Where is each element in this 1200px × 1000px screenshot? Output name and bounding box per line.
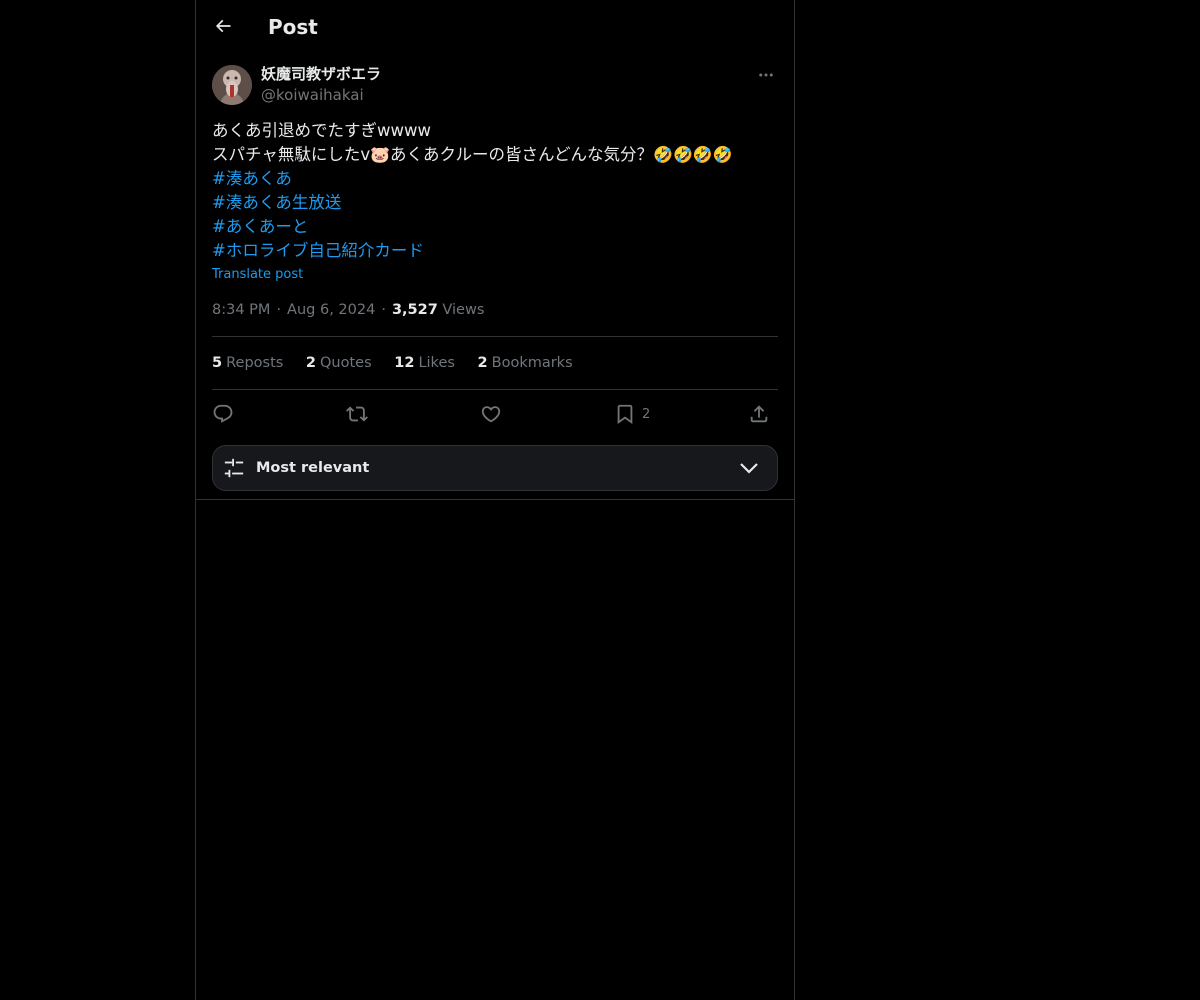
sort-label: Most relevant [256,460,370,476]
avatar-image [212,65,252,105]
section-divider [196,499,794,500]
reply-icon [213,404,233,423]
translate-post-link[interactable]: Translate post [212,265,303,285]
tweet-line-2: スパチャ無駄にしたv🐷あくあクルーの皆さんどんな気分？🤣🤣🤣🤣 [212,143,778,167]
hashtag-link[interactable]: #ホロライブ自己紹介カード [212,239,778,263]
views-count: 3,527 [391,302,438,318]
tweet-line-2-end: あくあクルーの皆さんどんな気分？ [390,145,654,164]
share-button[interactable] [748,398,770,430]
display-name[interactable]: 妖魔司教ザボエラ [261,64,381,84]
share-icon [750,405,768,423]
header: Post [196,0,794,53]
repost-icon [346,406,368,422]
quotes-label: Quotes [320,355,372,371]
divider [212,389,778,390]
user-handle[interactable]: @koiwaihakai [261,85,364,105]
like-button[interactable] [480,398,502,430]
reposts-count: 5 [212,355,223,371]
pig-emoji: 🐷 [370,145,391,164]
arrow-left-icon [215,19,231,33]
bookmark-button[interactable]: 2 [614,398,650,430]
heart-icon [481,406,501,423]
post-time[interactable]: 8:34 PM [212,302,270,318]
bookmarks-count: 2 [477,355,488,371]
engagement-stats: 5 Reposts 2 Quotes 12 Likes 2 Bookmarks [212,353,591,373]
quotes-count: 2 [305,355,317,371]
meta-separator: · [276,302,282,318]
chevron-down-icon [740,463,758,474]
meta-separator: · [381,302,386,318]
avatar[interactable] [212,65,252,105]
likes-label: Likes [418,355,455,371]
bookmark-icon [617,404,633,425]
reposts-stat[interactable]: 5 Reposts [212,353,283,373]
quotes-stat[interactable]: 2 Quotes [306,353,372,373]
page-title: Post [268,15,318,39]
bookmarks-label: Bookmarks [491,355,573,371]
likes-stat[interactable]: 12 Likes [394,353,455,373]
hashtag-link[interactable]: #湊あくあ生放送 [212,191,778,215]
repost-button[interactable] [346,398,368,430]
reposts-label: Reposts [226,355,284,371]
hashtag-link[interactable]: #湊あくあ [212,167,778,191]
more-horizontal-icon [759,73,773,77]
post-meta: 8:34 PM · Aug 6, 2024 · 3,527 Views [212,300,484,320]
action-bar: 2 [212,398,778,430]
tweet-text: あくあ引退めでたすぎwwww スパチャ無駄にしたv🐷あくあクルーの皆さんどんな気… [212,119,778,263]
back-button[interactable] [208,11,238,41]
hashtag-link[interactable]: #あくあーと [212,215,778,239]
sort-replies-dropdown[interactable]: Most relevant [212,445,778,491]
views-label: Views [442,302,485,318]
author-row: 妖魔司教ザボエラ @koiwaihakai [212,64,778,108]
reply-button[interactable] [212,398,234,430]
more-options-button[interactable] [754,64,778,86]
tweet-line-1: あくあ引退めでたすぎwwww [212,121,431,140]
laughing-emoji: 🤣🤣🤣🤣 [653,145,733,164]
sliders-icon [224,458,244,478]
post-column: Post 妖魔司教ザボエラ @koiwaihakai あくあ引退めでたすぎwww… [195,0,795,1000]
divider [212,336,778,337]
tweet-line-2-start: スパチャ無駄にしたv [212,145,371,164]
post-date[interactable]: Aug 6, 2024 [287,302,375,318]
likes-count: 12 [394,355,415,371]
bookmarks-stat[interactable]: 2 Bookmarks [478,353,573,373]
bookmark-count: 2 [642,406,651,422]
